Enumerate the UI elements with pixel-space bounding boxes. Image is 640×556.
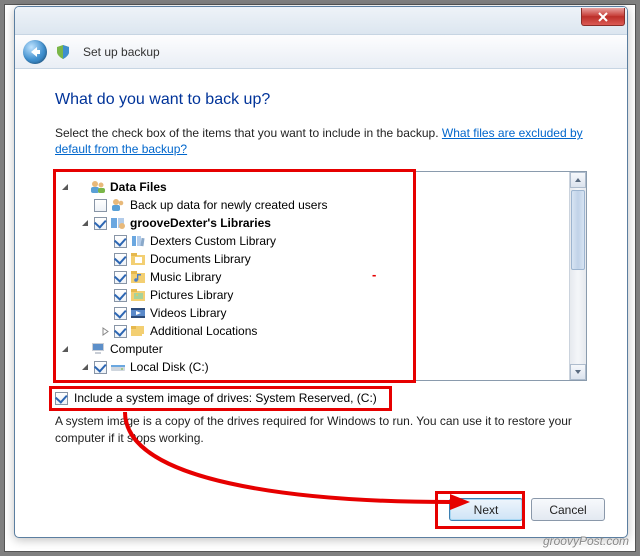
instruction-text: Select the check box of the items that y…	[55, 125, 587, 157]
scroll-down-button[interactable]	[570, 364, 586, 380]
tree-node-pictures[interactable]: Pictures Library	[60, 286, 565, 304]
tree-node-documents[interactable]: Documents Library	[60, 250, 565, 268]
tree-body: Data Files Back up data for newly create…	[56, 172, 569, 380]
system-image-description: A system image is a copy of the drives r…	[55, 413, 587, 445]
tree-label: Back up data for newly created users	[130, 198, 327, 212]
next-button[interactable]: Next	[449, 498, 523, 521]
computer-icon	[90, 341, 106, 357]
tree-node-music[interactable]: Music Library	[60, 268, 565, 286]
checkbox-new-users[interactable]	[94, 199, 107, 212]
checkbox-additional[interactable]	[114, 325, 127, 338]
page-heading: What do you want to back up?	[55, 91, 587, 109]
music-folder-icon	[130, 269, 146, 285]
expander-icon[interactable]	[60, 182, 71, 193]
shield-icon	[55, 44, 71, 60]
checkbox-user-libraries[interactable]	[94, 217, 107, 230]
users-icon	[110, 197, 126, 213]
back-button[interactable]	[23, 40, 47, 64]
drive-icon	[110, 359, 126, 375]
checkbox-documents[interactable]	[114, 253, 127, 266]
expander-icon[interactable]	[100, 326, 111, 337]
tree-label: Computer	[110, 342, 163, 356]
tree-node-new-users[interactable]: Back up data for newly created users	[60, 196, 565, 214]
back-arrow-icon	[29, 46, 41, 58]
users-group-icon	[90, 179, 106, 195]
tree-label: Additional Locations	[150, 324, 257, 338]
screenshot-frame: Set up backup What do you want to back u…	[4, 4, 636, 552]
checkbox-pictures[interactable]	[114, 289, 127, 302]
scroll-up-button[interactable]	[570, 172, 586, 188]
tree-label: Data Files	[110, 180, 167, 194]
checkbox-music[interactable]	[114, 271, 127, 284]
tree-node-user-libraries[interactable]: grooveDexter's Libraries	[60, 214, 565, 232]
tree-node-additional-locations[interactable]: Additional Locations	[60, 322, 565, 340]
scroll-thumb[interactable]	[571, 190, 585, 270]
tree-node-data-files[interactable]: Data Files	[60, 178, 565, 196]
tree-label: grooveDexter's Libraries	[130, 216, 271, 230]
titlebar	[15, 7, 627, 35]
system-image-row: Include a system image of drives: System…	[55, 391, 587, 405]
watermark: groovyPost.com	[543, 534, 629, 548]
documents-folder-icon	[130, 251, 146, 267]
wizard-footer: Next Cancel	[449, 498, 605, 521]
library-icon	[130, 233, 146, 249]
tree-node-computer[interactable]: Computer	[60, 340, 565, 358]
tree-label: Videos Library	[150, 306, 227, 320]
wizard-window: Set up backup What do you want to back u…	[14, 6, 628, 538]
instruction-label: Select the check box of the items that y…	[55, 126, 442, 140]
library-user-icon	[110, 215, 126, 231]
cancel-button[interactable]: Cancel	[531, 498, 605, 521]
folder-stack-icon	[130, 323, 146, 339]
tree-node-local-disk[interactable]: Local Disk (C:)	[60, 358, 565, 376]
next-label: Next	[474, 503, 499, 517]
videos-folder-icon	[130, 305, 146, 321]
vertical-scrollbar[interactable]	[569, 172, 586, 380]
window-title: Set up backup	[83, 45, 160, 59]
backup-items-tree: Data Files Back up data for newly create…	[55, 171, 587, 381]
pictures-folder-icon	[130, 287, 146, 303]
tree-label: Music Library	[150, 270, 221, 284]
tree-node-videos[interactable]: Videos Library	[60, 304, 565, 322]
checkbox-local-disk[interactable]	[94, 361, 107, 374]
annotation-caret-mark: -	[372, 267, 376, 282]
close-icon	[598, 12, 608, 22]
nav-bar: Set up backup	[15, 35, 627, 69]
expander-icon[interactable]	[80, 218, 91, 229]
system-image-label: Include a system image of drives: System…	[74, 391, 377, 405]
expander-icon[interactable]	[60, 344, 71, 355]
tree-label: Documents Library	[150, 252, 251, 266]
checkbox-system-image[interactable]	[55, 392, 68, 405]
tree-label: Dexters Custom Library	[150, 234, 276, 248]
expander-icon[interactable]	[80, 362, 91, 373]
checkbox-custom-lib[interactable]	[114, 235, 127, 248]
tree-label: Local Disk (C:)	[130, 360, 209, 374]
content-area: What do you want to back up? Select the …	[15, 69, 627, 472]
cancel-label: Cancel	[549, 503, 586, 517]
tree-label: Pictures Library	[150, 288, 233, 302]
close-button[interactable]	[581, 8, 625, 26]
tree-node-custom-library[interactable]: Dexters Custom Library	[60, 232, 565, 250]
checkbox-videos[interactable]	[114, 307, 127, 320]
